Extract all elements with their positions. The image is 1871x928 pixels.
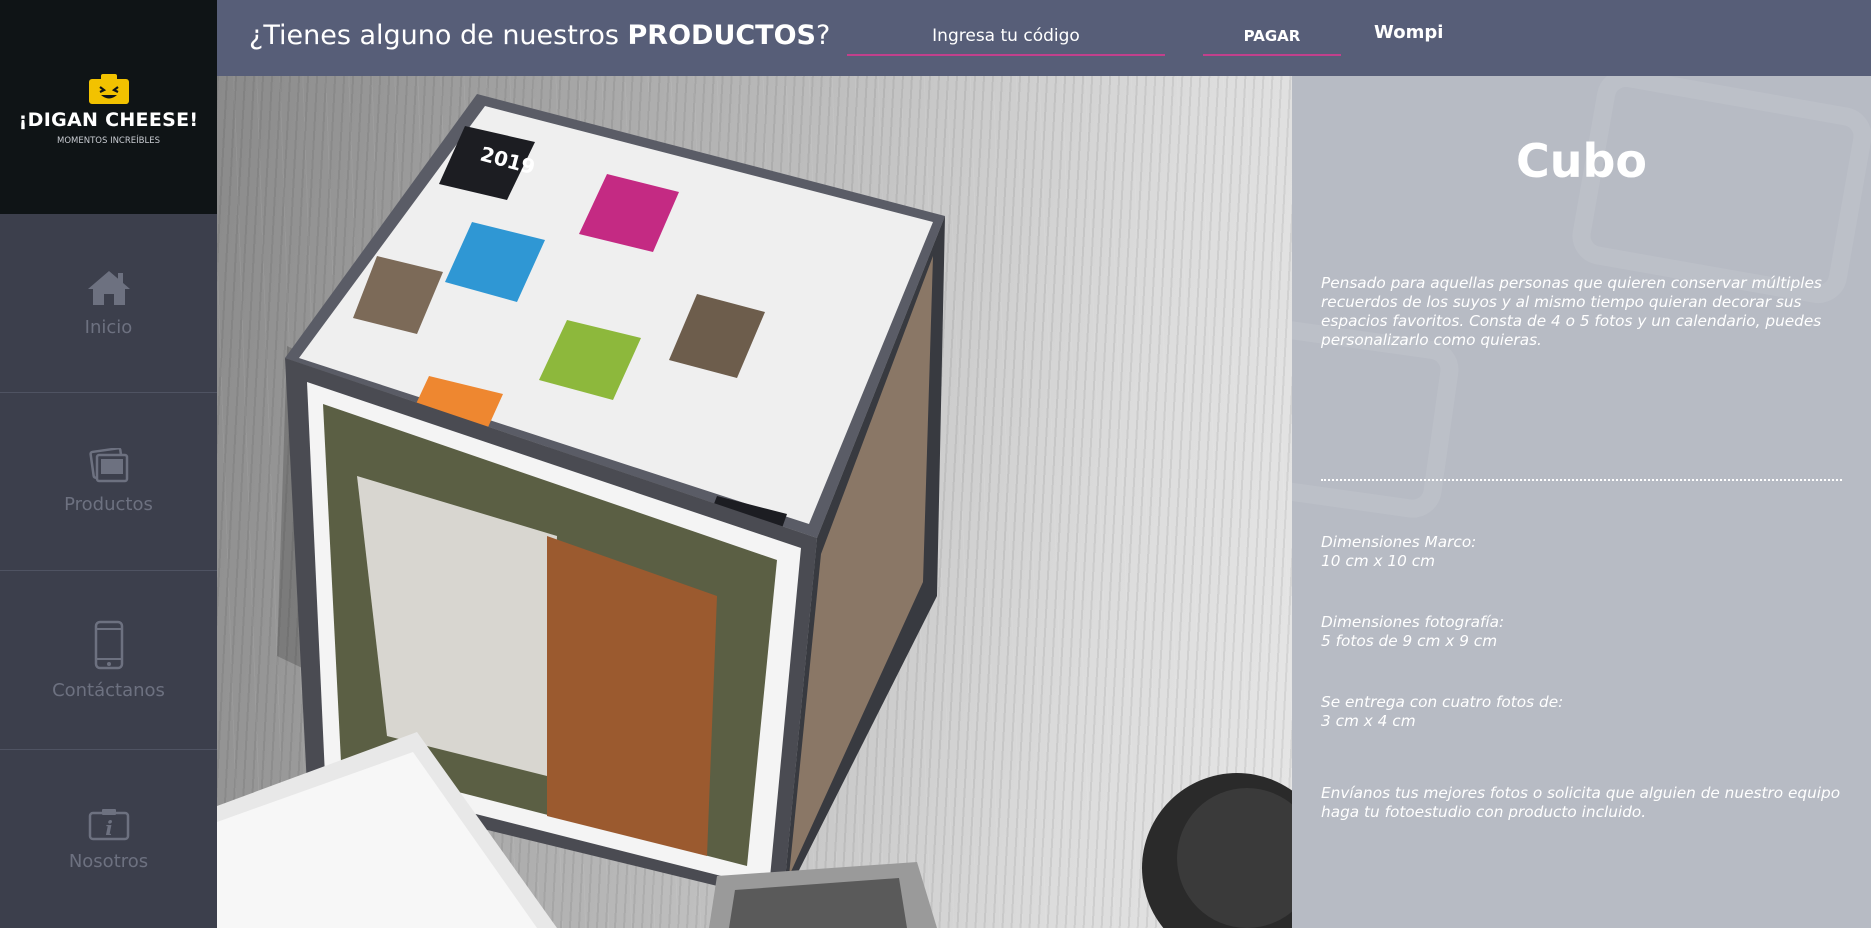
brand-logo[interactable]: ¡DIGAN CHEESE! MOMENTOS INCREÍBLES [0,0,217,214]
header-title: ¿Tienes alguno de nuestros PRODUCTOS? [249,20,830,51]
sidebar-item-contactanos[interactable]: Contáctanos [0,571,217,749]
spec-value: 5 fotos de 9 cm x 9 cm [1321,632,1498,650]
sidebar-item-inicio[interactable]: Inicio [0,214,217,392]
sidebar-item-label: Contáctanos [52,679,165,701]
wompi-logo[interactable]: Wompi [1374,22,1443,43]
header-title-bold: PRODUCTOS [627,20,817,51]
header-title-prefix: ¿Tienes alguno de nuestros [249,20,628,51]
sidebar-item-label: Inicio [84,316,133,338]
spec-included-photos: Se entrega con cuatro fotos de: 3 cm x 4… [1321,693,1841,731]
spec-value: 3 cm x 4 cm [1321,712,1416,730]
spec-photo-dimensions: Dimensiones fotografía: 5 fotos de 9 cm … [1321,613,1841,651]
product-info-panel: Cubo Pensado para aquellas personas que … [1292,76,1871,928]
product-description: Pensado para aquellas personas que quier… [1321,274,1822,349]
sidebar: ¡DIGAN CHEESE! MOMENTOS INCREÍBLES Inici… [0,0,217,928]
spec-frame-dimensions: Dimensiones Marco: 10 cm x 10 cm [1321,533,1841,571]
phone-icon [94,620,123,669]
info-icon: i [88,808,129,840]
dotted-divider [1321,479,1842,481]
cube-illustration: 2019 [217,94,1292,928]
camera-logo-icon [88,73,129,104]
spec-value: 10 cm x 10 cm [1321,552,1436,570]
header-title-suffix: ? [816,20,831,51]
sidebar-item-nosotros[interactable]: i Nosotros [0,750,217,928]
product-title: Cubo [1515,134,1648,188]
sidebar-item-label: Nosotros [68,850,149,872]
spec-label: Dimensiones fotografía: [1321,613,1505,631]
product-photo: 2019 [217,76,1292,928]
top-header: ¿Tienes alguno de nuestros PRODUCTOS? PA… [217,0,1871,76]
closing-note: Envíanos tus mejores fotos o solicita qu… [1321,784,1841,821]
svg-text:i: i [105,816,113,840]
sidebar-item-label: Productos [64,493,153,515]
spec-label: Dimensiones Marco: [1321,533,1477,551]
logo-tagline: MOMENTOS INCREÍBLES [57,135,160,146]
logo-brand-text: ¡DIGAN CHEESE! [18,108,199,131]
spec-label: Se entrega con cuatro fotos de: [1321,693,1564,711]
home-icon [87,270,130,305]
sidebar-item-productos[interactable]: Productos [0,393,217,569]
product-code-input[interactable] [847,18,1165,56]
photos-icon [88,447,128,482]
pay-button[interactable]: PAGAR [1203,18,1341,56]
